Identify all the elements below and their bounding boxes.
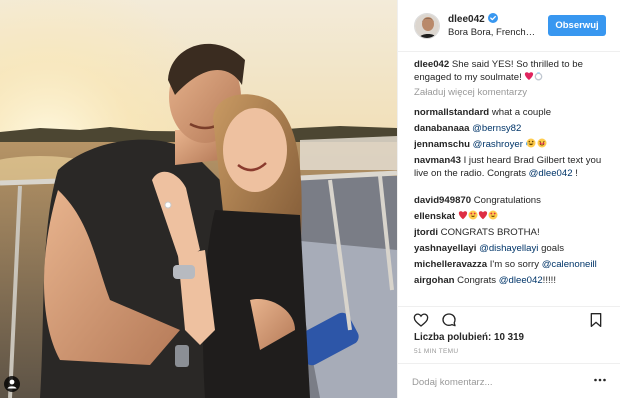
couple-sunset-image xyxy=(0,0,397,398)
comment-username[interactable]: navman43 xyxy=(414,155,461,166)
comment-mention[interactable]: @calenoneill xyxy=(542,259,597,270)
instagram-post-window: dlee042 Bora Bora, French… Obserwuj dlee… xyxy=(0,0,620,398)
comment-username[interactable]: ellenskat xyxy=(414,211,455,222)
post-sidebar: dlee042 Bora Bora, French… Obserwuj dlee… xyxy=(397,0,620,398)
comment-username[interactable]: jtordi xyxy=(414,227,438,238)
verified-badge-icon xyxy=(487,13,498,23)
comment-text: Congrats xyxy=(454,275,499,286)
avatar-image xyxy=(415,14,439,38)
comment-icon[interactable] xyxy=(441,312,457,328)
comment-item: airgohan Congrats @dlee042!!!!! xyxy=(414,274,610,287)
comment-text-tail: goals xyxy=(538,243,565,254)
comment-mention[interactable]: @bernsy82 xyxy=(472,123,521,134)
comment-item: jtordi CONGRATS BROTHA! xyxy=(414,226,610,239)
more-options-icon[interactable] xyxy=(592,372,608,388)
add-comment-section xyxy=(398,363,620,398)
comment-username[interactable]: danabanaaa xyxy=(414,123,469,134)
comment-text: I'm so sorry xyxy=(487,259,542,270)
comment-item: jennamschu @rashroyer xyxy=(414,138,610,151)
comment-mention[interactable]: @dlee042 xyxy=(499,275,543,286)
comment-username[interactable]: jennamschu xyxy=(414,139,470,150)
hearts-emoji-icon xyxy=(458,210,498,220)
load-more-comments-link[interactable]: Załaduj więcej komentarzy xyxy=(414,87,527,98)
comment-username[interactable]: david949870 xyxy=(414,195,471,206)
heart-ring-emoji-icon xyxy=(525,72,543,81)
header-location[interactable]: Bora Bora, French… xyxy=(448,27,535,38)
post-timestamp[interactable]: 51 MIN TEMU xyxy=(414,348,458,355)
add-comment-input[interactable] xyxy=(412,374,582,390)
caption: dlee042 She said YES! So thrilled to be … xyxy=(414,58,610,84)
post-header: dlee042 Bora Bora, French… Obserwuj xyxy=(398,0,620,52)
comment-username[interactable]: yashnayellayi xyxy=(414,243,476,254)
comment-username[interactable]: airgohan xyxy=(414,275,455,286)
avatar[interactable] xyxy=(414,13,440,39)
comment-item: danabanaaa @bernsy82 xyxy=(414,122,610,135)
comment-username[interactable]: michelleravazza xyxy=(414,259,487,270)
comment-text: what a couple xyxy=(489,107,552,118)
caption-username[interactable]: dlee042 xyxy=(414,59,449,70)
likes-count[interactable]: Liczba polubień: 10 319 xyxy=(414,332,524,343)
comment-item: ellenskat xyxy=(414,210,610,223)
comment-text-tail: !!!!! xyxy=(542,275,556,286)
comment-username[interactable]: normallstandard xyxy=(414,107,489,118)
comment-item: yashnayellayi @dishayellayi goals xyxy=(414,242,610,255)
user-tag-button[interactable] xyxy=(4,376,20,392)
comment-text: Congratulations xyxy=(471,195,541,206)
bookmark-icon[interactable] xyxy=(588,312,604,328)
comment-item: david949870 Congratulations xyxy=(414,194,610,207)
header-username[interactable]: dlee042 xyxy=(448,14,485,25)
post-actions-bar xyxy=(398,306,620,332)
user-tag-icon xyxy=(7,379,17,389)
comment-item: navman43 I just heard Brad Gilbert text … xyxy=(414,154,610,180)
comment-mention[interactable]: @dishayellayi xyxy=(479,243,538,254)
comments-list: dlee042 She said YES! So thrilled to be … xyxy=(414,58,610,302)
comment-text-tail: ! xyxy=(572,168,578,179)
comment-mention[interactable]: @dlee042 xyxy=(529,168,573,179)
post-photo[interactable] xyxy=(0,0,397,398)
crying-laughing-emoji-icon xyxy=(525,138,547,148)
comment-item: michelleravazza I'm so sorry @calenoneil… xyxy=(414,258,610,271)
comment-text: CONGRATS BROTHA! xyxy=(437,227,540,238)
comment-mention[interactable]: @rashroyer xyxy=(473,139,523,150)
comment-item: normallstandard what a couple xyxy=(414,106,610,119)
heart-icon[interactable] xyxy=(413,312,429,328)
header-username-row: dlee042 xyxy=(448,13,498,25)
follow-button[interactable]: Obserwuj xyxy=(548,15,606,36)
